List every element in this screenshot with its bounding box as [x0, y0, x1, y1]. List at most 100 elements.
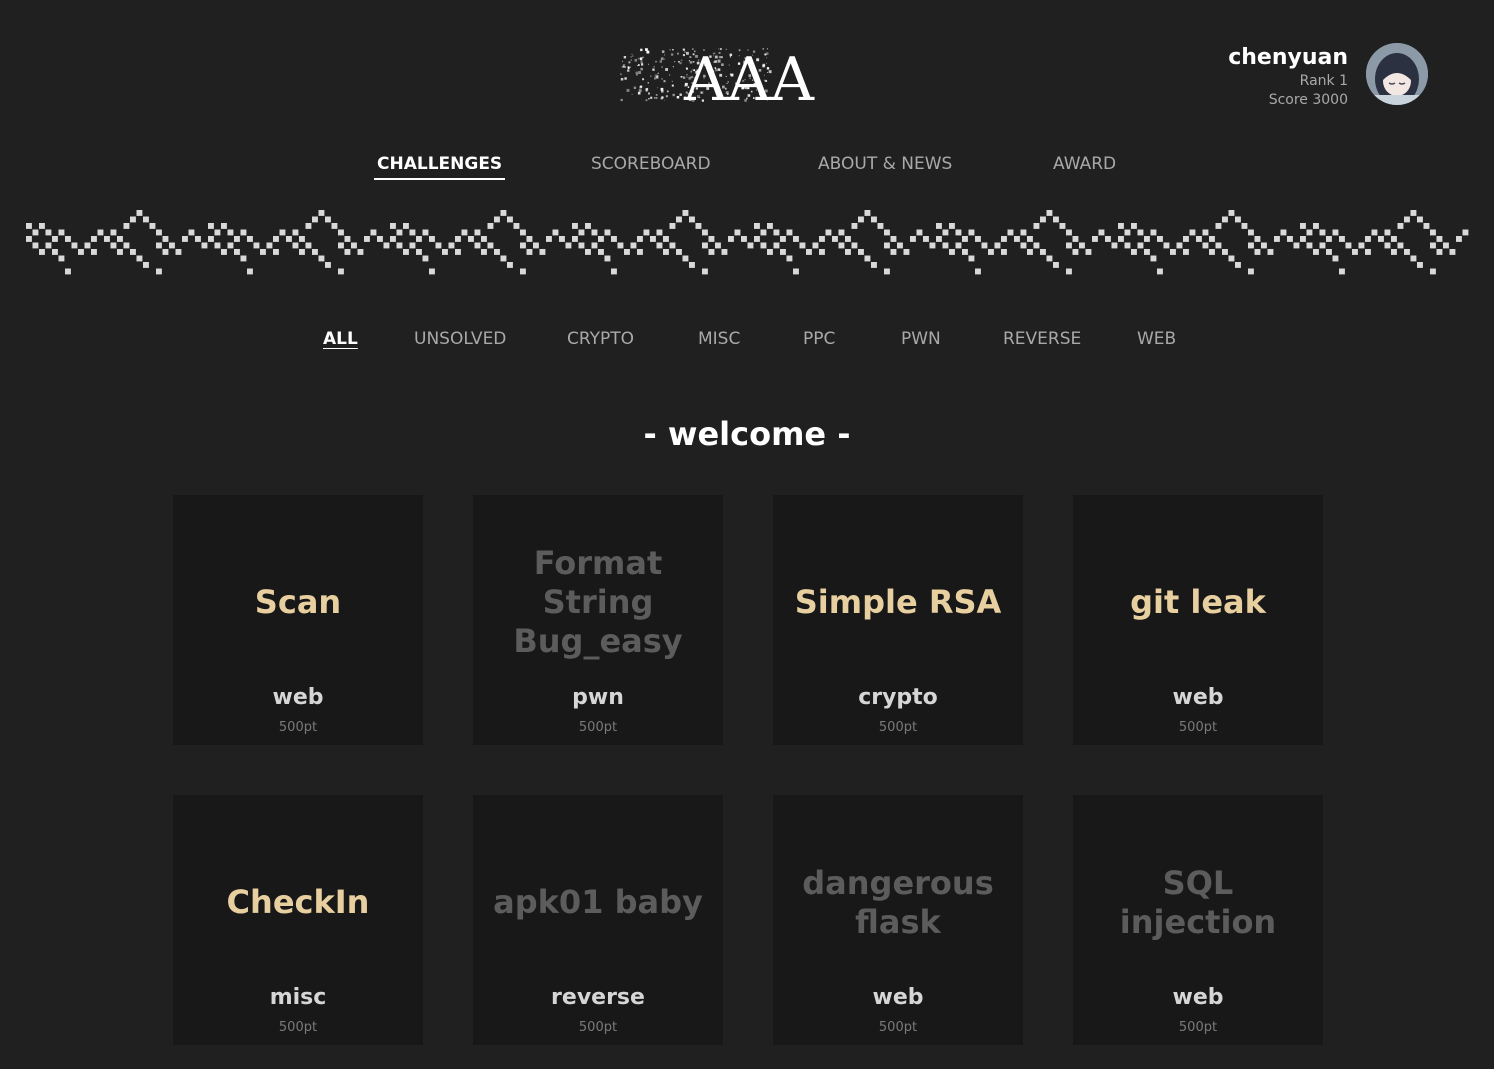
- pattern-pixel: [598, 249, 604, 255]
- pattern-pixel: [1326, 249, 1332, 255]
- pattern-pixel: [1391, 236, 1397, 242]
- pattern-pixel: [1215, 242, 1222, 249]
- pattern-pixel: [702, 242, 708, 249]
- pattern-pixel: [1131, 223, 1137, 229]
- pattern-pixel: [591, 229, 598, 236]
- pattern-pixel: [1436, 249, 1443, 255]
- pattern-pixel: [1007, 229, 1014, 236]
- logo-dust-speck: [657, 73, 659, 74]
- pattern-pixel: [338, 242, 344, 249]
- pattern-pixel: [851, 242, 858, 249]
- pattern-pixel: [325, 262, 331, 268]
- filter-unsolved[interactable]: UNSOLVED: [414, 327, 506, 351]
- pattern-pixel: [305, 223, 312, 229]
- pattern-pixel: [929, 242, 936, 249]
- pattern-pixel: [1040, 249, 1046, 255]
- pattern-pixel: [396, 242, 403, 249]
- pattern-pixel: [32, 229, 39, 236]
- challenge-category: misc: [269, 985, 327, 1010]
- pattern-pixel: [702, 229, 708, 236]
- nav-about-news[interactable]: ABOUT & NEWS: [818, 152, 952, 176]
- challenge-card[interactable]: Scan web 500pt: [173, 495, 423, 745]
- pattern-pixel: [760, 229, 767, 236]
- pattern-pixel: [539, 249, 546, 255]
- filter-crypto[interactable]: CRYPTO: [567, 327, 634, 351]
- logo-dust-speck: [630, 56, 632, 58]
- challenge-card[interactable]: SQL injection web 500pt: [1073, 795, 1323, 1045]
- challenge-card[interactable]: apk01 baby reverse 500pt: [473, 795, 723, 1045]
- challenge-card[interactable]: git leak web 500pt: [1073, 495, 1323, 745]
- pattern-pixel: [1378, 236, 1384, 242]
- pattern-pixel: [884, 268, 890, 275]
- challenge-card[interactable]: CheckIn misc 500pt: [173, 795, 423, 1045]
- pattern-pixel: [1293, 242, 1300, 249]
- pixel-pattern-divider: [26, 210, 1470, 276]
- pattern-pixel: [1202, 229, 1209, 236]
- pattern-pixel: [286, 236, 292, 242]
- logo-dust-speck: [661, 50, 665, 53]
- pattern-pixel: [416, 249, 422, 255]
- pattern-pixel: [162, 249, 169, 255]
- pattern-pixel: [383, 242, 390, 249]
- pattern-pixel: [234, 249, 240, 255]
- pattern-pixel: [890, 236, 897, 242]
- pattern-pixel: [949, 223, 955, 229]
- logo-dust-speck: [646, 50, 650, 54]
- user-name[interactable]: chenyuan: [1228, 44, 1348, 72]
- filter-web[interactable]: WEB: [1137, 327, 1176, 351]
- challenge-card[interactable]: dangerous flask web 500pt: [773, 795, 1023, 1045]
- challenge-title-wrap: dangerous flask: [783, 825, 1013, 980]
- pattern-pixel: [1319, 242, 1326, 249]
- logo-dust-speck: [639, 57, 643, 60]
- pattern-pixel: [1306, 229, 1313, 236]
- filter-all[interactable]: ALL: [323, 327, 358, 351]
- pattern-pixel: [1332, 229, 1339, 236]
- pattern-pixel: [1371, 229, 1378, 236]
- logo-dust-speck: [620, 78, 624, 81]
- filter-pwn[interactable]: PWN: [901, 327, 941, 351]
- pattern-pixel: [773, 229, 780, 236]
- filter-misc[interactable]: MISC: [698, 327, 740, 351]
- filter-ppc[interactable]: PPC: [803, 327, 835, 351]
- pattern-pixel: [1222, 249, 1228, 255]
- pattern-pixel: [994, 242, 1001, 249]
- site-logo[interactable]: AAA: [618, 40, 828, 106]
- pattern-pixel: [318, 210, 325, 216]
- pattern-pixel: [663, 249, 669, 255]
- challenge-category: pwn: [572, 685, 624, 710]
- pattern-pixel: [1144, 236, 1150, 242]
- pattern-pixel: [474, 229, 481, 236]
- pattern-pixel: [838, 242, 845, 249]
- pattern-pixel: [780, 249, 786, 255]
- pattern-pixel: [409, 242, 416, 249]
- challenge-points: 500pt: [278, 1020, 318, 1035]
- challenge-category: web: [872, 985, 924, 1010]
- pattern-pixel: [468, 236, 474, 242]
- pattern-pixel: [1235, 216, 1241, 223]
- pattern-pixel: [754, 236, 760, 242]
- logo-dust-speck: [660, 97, 663, 100]
- pattern-pixel: [344, 236, 351, 242]
- pattern-pixel: [1449, 249, 1456, 255]
- pattern-pixel: [247, 236, 253, 242]
- challenge-card[interactable]: Format String Bug_easy pwn 500pt: [473, 495, 723, 745]
- pattern-pixel: [403, 249, 409, 255]
- pattern-pixel: [611, 236, 617, 242]
- avatar[interactable]: [1366, 43, 1428, 105]
- logo-dust-speck: [640, 67, 643, 71]
- pattern-pixel: [1319, 229, 1326, 236]
- logo-dust-speck: [622, 60, 624, 62]
- challenge-card[interactable]: Simple RSA crypto 500pt: [773, 495, 1023, 745]
- nav-scoreboard[interactable]: SCOREBOARD: [591, 152, 711, 176]
- pattern-pixel: [136, 255, 143, 262]
- pattern-pixel: [1183, 236, 1189, 242]
- pattern-pixel: [819, 236, 825, 242]
- nav-challenges[interactable]: CHALLENGES: [374, 152, 506, 180]
- filter-reverse[interactable]: REVERSE: [1003, 327, 1081, 351]
- logo-dust-speck: [640, 48, 643, 52]
- pattern-pixel: [1105, 236, 1111, 242]
- pattern-pixel: [507, 216, 513, 223]
- nav-award[interactable]: AWARD: [1053, 152, 1116, 176]
- page: AAA chenyuan Rank 1 Score 3000 CHALLENGE…: [0, 0, 1494, 1069]
- pattern-pixel: [65, 268, 71, 275]
